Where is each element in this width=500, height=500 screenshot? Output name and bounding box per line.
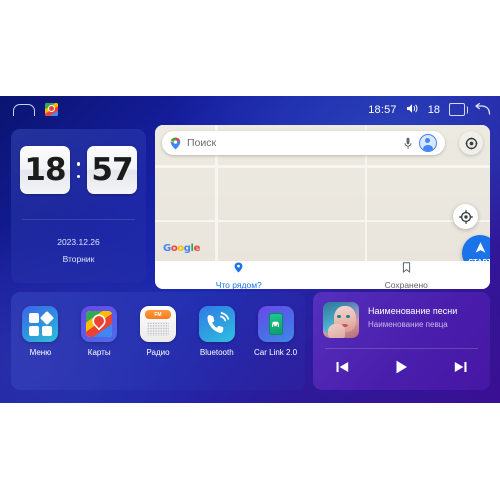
play-button[interactable] [387, 355, 417, 379]
music-divider [325, 348, 478, 349]
fm-badge: FM [144, 310, 171, 319]
search-input[interactable]: Поиск [162, 131, 445, 155]
app-label: Карты [87, 348, 111, 357]
map-pin-icon [170, 137, 181, 150]
app-label: Bluetooth [199, 348, 234, 357]
app-shortcut-row: Меню Карты FM Радио Bluetooth Car Link 2… [11, 306, 305, 357]
apps-grid-icon [22, 306, 59, 342]
next-track-button[interactable] [446, 355, 476, 379]
fm-radio-icon: FM [139, 306, 176, 342]
maps-widget[interactable]: Поиск Google Что рядом? Сохранено [155, 125, 490, 289]
app-label: Радио [146, 348, 170, 357]
clock-divider [22, 219, 135, 220]
google-maps-icon[interactable] [45, 103, 58, 116]
navigation-arrow-icon [474, 241, 487, 259]
status-bar-right: 18:57 18 [368, 101, 491, 119]
clock-colon [70, 162, 87, 178]
head-unit-screen: 18:57 18 18 57 2023.12.26 Вторник Поиск … [0, 96, 500, 403]
tab-nearby[interactable]: Что рядом? [155, 261, 323, 289]
tab-nearby-label: Что рядом? [215, 280, 262, 289]
status-bar: 18:57 18 [0, 96, 500, 123]
car-link-icon [257, 306, 294, 342]
song-artist: Наименование певца [368, 320, 448, 329]
volume-icon[interactable] [406, 101, 419, 119]
home-icon[interactable] [13, 103, 35, 116]
google-logo: Google [163, 243, 200, 254]
app-shortcut-carlink[interactable]: Car Link 2.0 [250, 306, 302, 357]
album-art[interactable] [323, 302, 359, 338]
song-title: Наименование песни [368, 306, 458, 316]
account-avatar-icon[interactable] [419, 134, 437, 152]
layers-settings-icon[interactable] [459, 131, 483, 155]
clock-minutes: 57 [87, 146, 137, 194]
logo-letter: g [183, 243, 191, 254]
clock-widget[interactable]: 18 57 2023.12.26 Вторник [11, 129, 146, 283]
google-maps-icon [81, 306, 118, 342]
flip-clock: 18 57 [20, 146, 137, 194]
app-shortcut-bluetooth[interactable]: Bluetooth [191, 306, 243, 357]
previous-track-button[interactable] [328, 355, 358, 379]
recents-icon[interactable] [449, 103, 468, 116]
app-label: Car Link 2.0 [254, 348, 298, 357]
bluetooth-phone-icon [198, 306, 235, 342]
app-shortcut-radio[interactable]: FM Радио [132, 306, 184, 357]
apps-widget: Меню Карты FM Радио Bluetooth Car Link 2… [11, 292, 305, 390]
map-bottom-tabs: Что рядом? Сохранено [155, 261, 490, 289]
logo-letter: G [163, 243, 171, 254]
status-bar-left [0, 103, 58, 116]
status-time: 18:57 [368, 103, 397, 116]
microphone-icon[interactable] [402, 137, 414, 150]
app-shortcut-maps[interactable]: Карты [73, 306, 125, 357]
bookmark-icon [402, 260, 411, 278]
clock-weekday: Вторник [62, 254, 95, 264]
tab-saved[interactable]: Сохранено [323, 261, 491, 289]
app-shortcut-menu[interactable]: Меню [14, 306, 66, 357]
clock-date: 2023.12.26 [57, 237, 100, 247]
search-placeholder: Поиск [187, 137, 217, 149]
logo-letter: e [193, 243, 201, 254]
my-location-icon[interactable] [453, 204, 478, 229]
back-icon[interactable] [474, 103, 491, 116]
tab-saved-label: Сохранено [384, 280, 428, 289]
clock-hours: 18 [20, 146, 70, 194]
location-pin-icon [234, 260, 243, 278]
music-widget: Наименование песни Наименование певца [313, 292, 490, 390]
music-controls [313, 355, 490, 379]
app-label: Меню [29, 348, 52, 357]
volume-level: 18 [427, 103, 440, 116]
